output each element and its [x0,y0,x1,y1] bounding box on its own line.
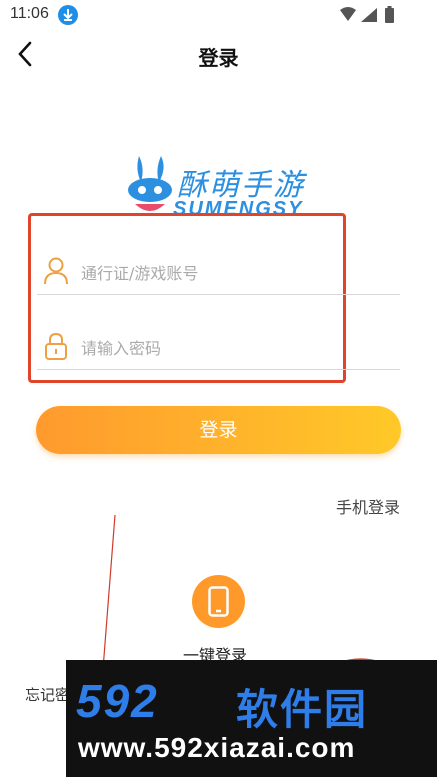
watermark-banner: 592 软件园 www.592xiazai.com [66,660,437,777]
user-icon [43,256,69,286]
nav-header: 登录 [0,30,437,80]
page-title: 登录 [198,46,239,70]
phone-icon [208,586,229,617]
watermark-brand-number: 592 [76,675,159,727]
status-time: 11:06 [10,5,49,22]
wifi-icon [340,7,356,21]
status-icons [339,6,403,24]
login-button[interactable]: 登录 [36,406,401,454]
download-icon [58,5,78,25]
account-input-placeholder: 通行证/游戏账号 [81,264,199,283]
lock-icon [43,331,69,361]
rabbit-gamepad-logo-icon [128,156,172,211]
status-bar: 11:06 [0,0,437,30]
password-input-placeholder: 请输入密码 [81,339,162,358]
password-field[interactable]: 请输入密码 [37,321,400,370]
account-field[interactable]: 通行证/游戏账号 [37,246,400,295]
watermark-brand-text: 软件园 [236,685,369,734]
watermark-url: www.592xiazai.com [78,732,356,763]
one-key-login-button[interactable] [192,575,245,628]
signal-icon [361,8,377,22]
app-logo: 酥萌手游 SUMENGSY [125,152,315,220]
phone-login-link[interactable]: 手机登录 [336,494,400,518]
battery-icon [385,8,394,23]
